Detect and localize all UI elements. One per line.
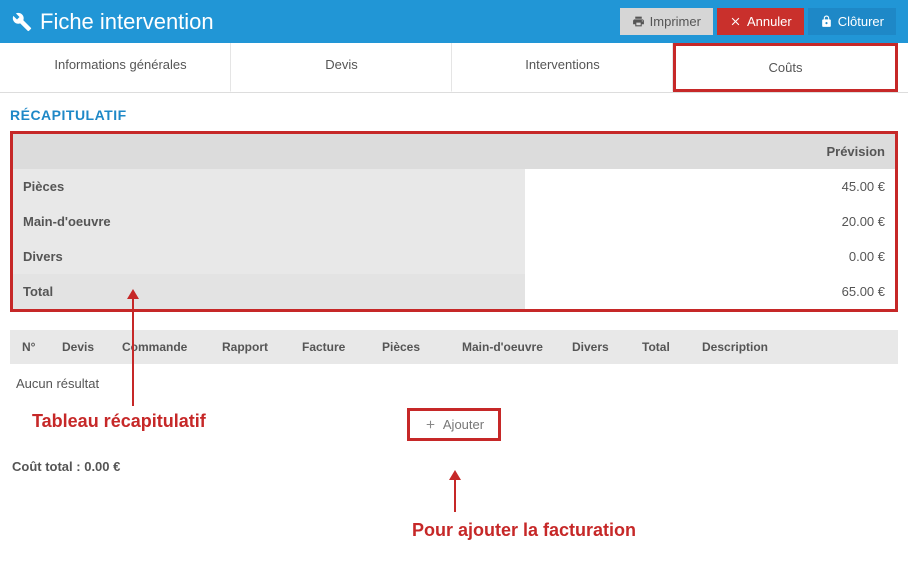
col-description[interactable]: Description — [696, 340, 892, 354]
annotation-add: Pour ajouter la facturation — [140, 520, 908, 541]
section-title: RÉCAPITULATIF — [0, 93, 908, 131]
col-total[interactable]: Total — [636, 340, 696, 354]
recap-row-label: Pièces — [13, 169, 525, 204]
tab-devis[interactable]: Devis — [231, 43, 452, 92]
tab-bar: Informations générales Devis Interventio… — [0, 43, 908, 93]
tab-couts[interactable]: Coûts — [673, 43, 898, 92]
tab-informations[interactable]: Informations générales — [10, 43, 231, 92]
print-button[interactable]: Imprimer — [620, 8, 713, 35]
recap-row-label: Main-d'oeuvre — [13, 204, 525, 239]
recap-row-value: 45.00 € — [525, 169, 895, 204]
col-divers[interactable]: Divers — [566, 340, 636, 354]
recap-row-value: 0.00 € — [525, 239, 895, 274]
close-button[interactable]: Clôturer — [808, 8, 896, 35]
col-commande[interactable]: Commande — [116, 340, 216, 354]
recap-table: Prévision Pièces45.00 € Main-d'oeuvre20.… — [10, 131, 898, 312]
tab-interventions[interactable]: Interventions — [452, 43, 673, 92]
columns-header: N° Devis Commande Rapport Facture Pièces… — [10, 330, 898, 364]
col-devis[interactable]: Devis — [56, 340, 116, 354]
col-facture[interactable]: Facture — [296, 340, 376, 354]
col-main[interactable]: Main-d'oeuvre — [456, 340, 566, 354]
close-icon — [729, 15, 742, 28]
printer-icon — [632, 15, 645, 28]
col-num[interactable]: N° — [16, 340, 56, 354]
col-pieces[interactable]: Pièces — [376, 340, 456, 354]
arrow-up-icon — [132, 291, 134, 406]
recap-col-header: Prévision — [13, 134, 895, 169]
page-title: Fiche intervention — [40, 9, 616, 35]
arrow-up-icon — [454, 472, 456, 512]
recap-row-value: 65.00 € — [525, 274, 895, 309]
cancel-button[interactable]: Annuler — [717, 8, 804, 35]
empty-result: Aucun résultat — [0, 364, 908, 403]
lock-icon — [820, 15, 833, 28]
col-rapport[interactable]: Rapport — [216, 340, 296, 354]
recap-row-label: Total — [13, 274, 525, 309]
recap-row-label: Divers — [13, 239, 525, 274]
wrench-icon — [12, 12, 32, 32]
annotation-recap: Tableau récapitulatif — [32, 411, 908, 432]
header-bar: Fiche intervention Imprimer Annuler Clôt… — [0, 0, 908, 43]
recap-row-value: 20.00 € — [525, 204, 895, 239]
